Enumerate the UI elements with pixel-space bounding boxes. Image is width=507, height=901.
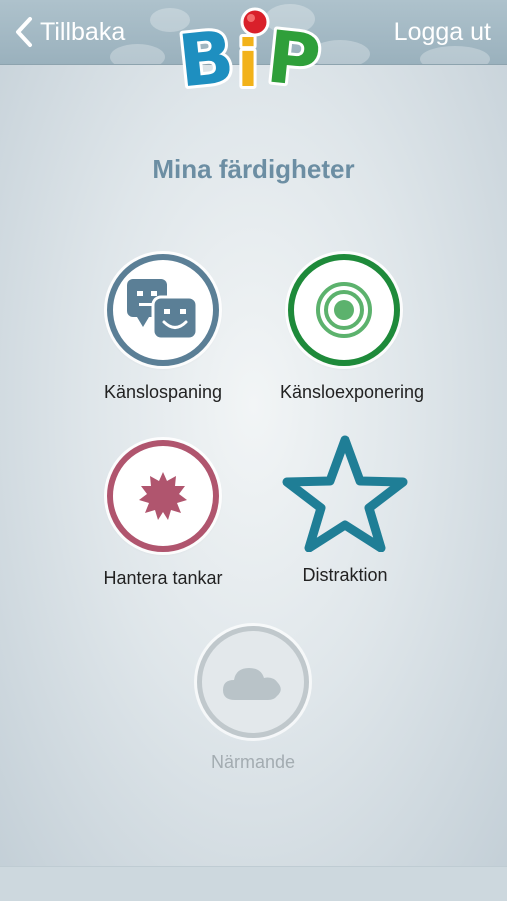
svg-text:i: i	[237, 28, 259, 94]
skill-kanslospaning-label: Känslospaning	[103, 382, 223, 402]
skill-kanslospaning-circle	[107, 254, 219, 366]
bip-logo: B i P	[175, 7, 327, 94]
svg-text:B: B	[175, 14, 238, 94]
skill-kansloexponering-label: Känsloexponering	[279, 382, 425, 402]
theater-masks-icon	[127, 279, 199, 341]
page-title: Mina färdigheter	[152, 154, 355, 184]
skill-kansloexponering-circle	[288, 254, 400, 366]
skill-kanslospaning[interactable]: Känslospaning	[63, 254, 263, 414]
skill-hantera-tankar-label: Hantera tankar	[103, 568, 223, 588]
back-label: Tillbaka	[40, 17, 126, 46]
back-button[interactable]: Tillbaka	[14, 14, 125, 50]
skill-narmande[interactable]: Närmande	[153, 626, 353, 786]
burst-icon	[139, 472, 187, 520]
cloud-icon	[223, 668, 281, 700]
skill-distraktion[interactable]: Distraktion	[245, 432, 445, 592]
skill-hantera-tankar[interactable]: Hantera tankar	[63, 440, 263, 600]
star-icon	[282, 435, 408, 552]
logout-button[interactable]: Logga ut	[394, 14, 491, 50]
skill-distraktion-label: Distraktion	[302, 565, 388, 585]
skill-narmande-circle	[197, 626, 309, 738]
skill-narmande-label: Närmande	[210, 752, 296, 772]
svg-text:P: P	[263, 14, 324, 94]
bottom-bar	[0, 866, 507, 901]
skill-hantera-tankar-circle	[107, 440, 219, 552]
target-icon	[316, 282, 372, 338]
chevron-left-icon	[16, 17, 32, 47]
skill-kansloexponering[interactable]: Känsloexponering	[252, 254, 452, 414]
